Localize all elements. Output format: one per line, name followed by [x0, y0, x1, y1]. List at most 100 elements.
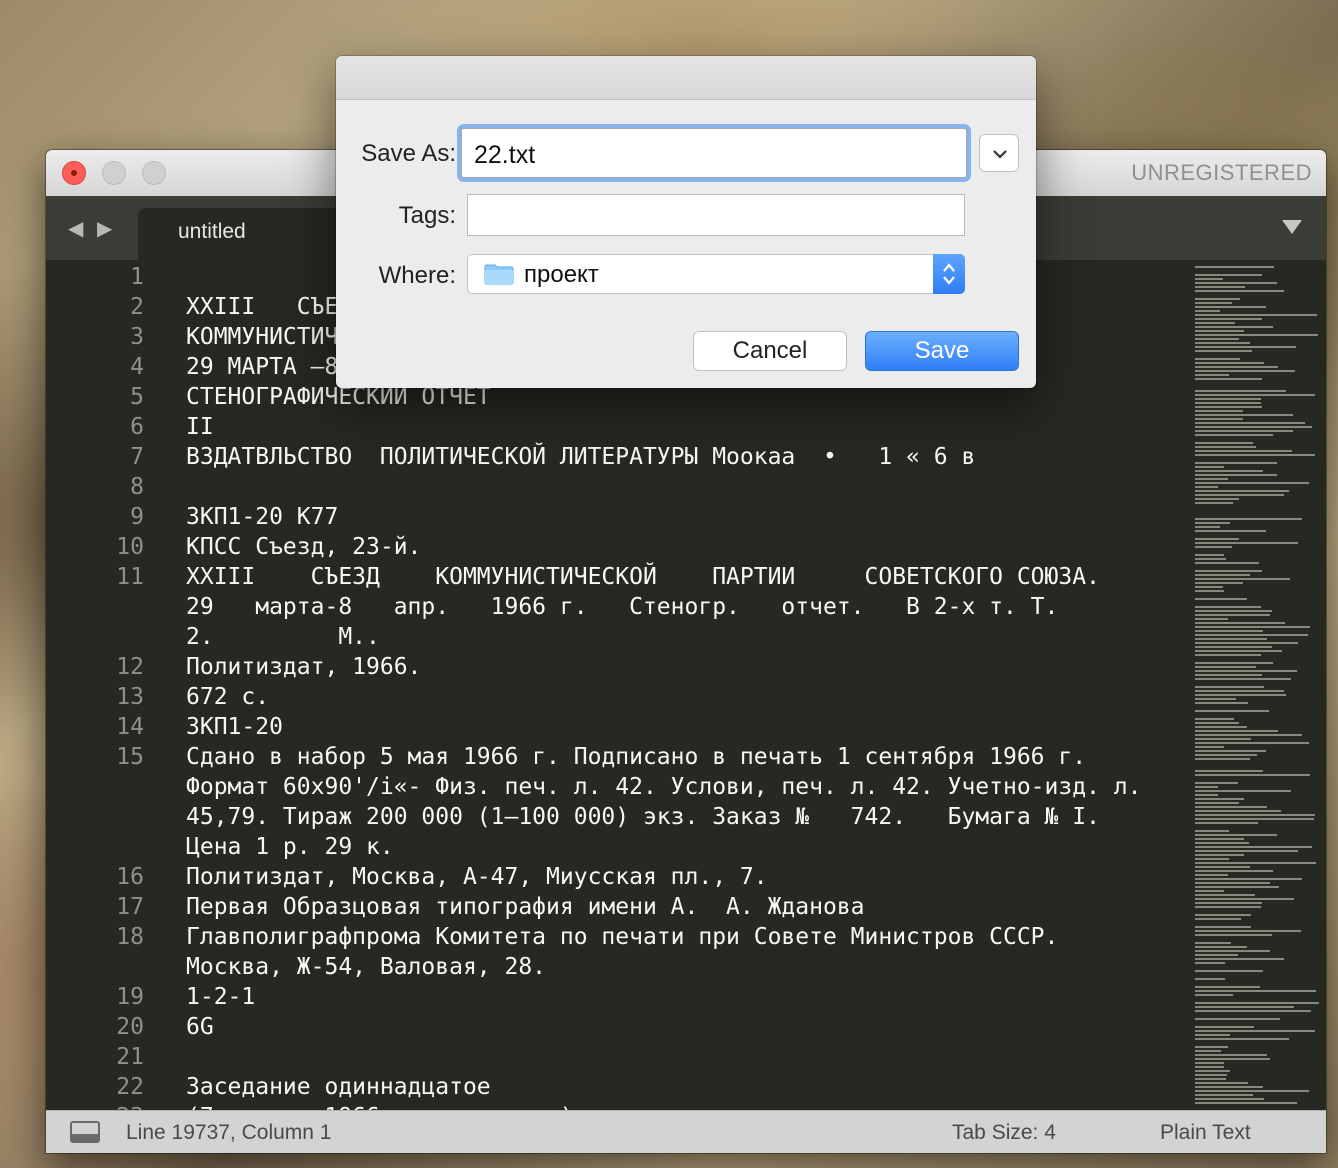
minimap-line — [1195, 818, 1314, 820]
minimap-line — [1195, 846, 1312, 848]
tags-field[interactable] — [467, 194, 965, 236]
minimap-line — [1195, 726, 1247, 728]
zoom-window-button[interactable] — [142, 161, 166, 185]
minimap-line — [1195, 1046, 1228, 1048]
minimap-line — [1195, 1070, 1230, 1072]
minimap-line — [1195, 906, 1261, 908]
line-number: 15 — [116, 744, 144, 770]
minimap-line — [1195, 1026, 1254, 1028]
tab-menu-chevron-icon[interactable] — [1282, 220, 1302, 234]
line-number: 23 — [46, 1102, 144, 1110]
minimap-line — [1195, 470, 1263, 472]
minimap-line — [1195, 694, 1286, 696]
minimap-line — [1195, 886, 1279, 888]
tab-nav-arrows-icon[interactable]: ◀ ▶ — [68, 216, 116, 241]
panel-toggle-icon[interactable] — [70, 1121, 100, 1143]
minimap-line — [1195, 806, 1267, 808]
tab-title: untitled — [178, 220, 246, 243]
minimap-line — [1195, 890, 1224, 892]
minimap-line — [1195, 398, 1261, 400]
minimap-line — [1195, 538, 1239, 540]
minimap[interactable] — [1189, 260, 1326, 1110]
minimap-line — [1195, 614, 1270, 616]
minimap-line — [1195, 986, 1260, 988]
expand-dialog-button[interactable] — [979, 134, 1019, 172]
minimap-line — [1195, 1074, 1227, 1076]
minimap-line — [1195, 1062, 1224, 1064]
line-text: 6G — [186, 1014, 214, 1040]
minimap-line — [1195, 918, 1241, 920]
minimap-line — [1195, 450, 1292, 452]
minimap-line — [1195, 522, 1230, 524]
minimap-line — [1195, 1038, 1289, 1040]
line-number: 4 — [130, 354, 144, 380]
minimap-line — [1195, 930, 1301, 932]
minimap-line — [1195, 418, 1243, 420]
minimap-line — [1195, 342, 1250, 344]
minimap-line — [1195, 430, 1293, 432]
minimap-line — [1195, 302, 1232, 304]
minimap-line — [1195, 546, 1232, 548]
minimap-line — [1195, 494, 1284, 496]
syntax-mode[interactable]: Plain Text — [1160, 1121, 1251, 1145]
minimap-line — [1195, 850, 1298, 852]
line-number: 22 — [116, 1074, 144, 1100]
minimap-line — [1195, 994, 1233, 996]
line-number: 11 — [116, 564, 144, 590]
minimap-line — [1195, 650, 1282, 652]
minimap-line — [1195, 298, 1240, 300]
minimize-window-button[interactable] — [102, 161, 126, 185]
minimap-line — [1195, 958, 1284, 960]
minimap-line — [1195, 934, 1272, 936]
minimap-line — [1195, 338, 1239, 340]
tab-size[interactable]: Tab Size: 4 — [952, 1121, 1056, 1145]
filename-input[interactable]: 22.txt — [461, 128, 967, 178]
minimap-line — [1195, 378, 1262, 380]
close-window-button[interactable] — [62, 161, 86, 185]
where-select[interactable]: проект — [467, 254, 965, 294]
minimap-line — [1195, 750, 1266, 752]
save-button[interactable]: Save — [865, 331, 1019, 371]
status-bar: Line 19737, Column 1 Tab Size: 4 Plain T… — [46, 1110, 1326, 1153]
minimap-line — [1195, 434, 1273, 436]
line-text: Цена 1 р. 29 к. — [186, 834, 394, 860]
minimap-line — [1195, 1098, 1264, 1100]
minimap-line — [1195, 266, 1274, 268]
minimap-line — [1195, 454, 1315, 456]
minimap-line — [1195, 486, 1218, 488]
minimap-line — [1195, 842, 1249, 844]
line-text: 672 с. — [186, 684, 270, 710]
minimap-line — [1195, 326, 1273, 328]
minimap-line — [1195, 990, 1316, 992]
minimap-line — [1195, 666, 1256, 668]
line-number: 1 — [130, 264, 144, 290]
minimap-line — [1195, 746, 1224, 748]
minimap-line — [1195, 654, 1261, 656]
line-number: 6 — [130, 414, 144, 440]
minimap-line — [1195, 390, 1286, 392]
line-text: ЗКП1-20 К77 — [186, 504, 339, 530]
minimap-line — [1195, 358, 1240, 360]
minimap-line — [1195, 802, 1239, 804]
line-text: Первая Образцовая типография имени А. А.… — [186, 894, 865, 920]
minimap-line — [1195, 670, 1297, 672]
line-number: 19 — [116, 984, 144, 1010]
minimap-line — [1195, 662, 1273, 664]
line-number: 2 — [130, 294, 144, 320]
line-number: 13 — [116, 684, 144, 710]
minimap-line — [1195, 590, 1224, 592]
minimap-line — [1195, 362, 1264, 364]
unregistered-badge: UNREGISTERED — [1131, 160, 1312, 185]
minimap-line — [1195, 606, 1261, 608]
minimap-line — [1195, 402, 1261, 404]
minimap-line — [1195, 582, 1243, 584]
line-number: 18 — [116, 924, 144, 950]
line-text: Главполиграфпрома Комитета по печати при… — [186, 924, 1059, 950]
cancel-button[interactable]: Cancel — [693, 331, 847, 371]
minimap-line — [1195, 1010, 1311, 1012]
minimap-line — [1195, 426, 1312, 428]
folder-icon — [484, 264, 514, 285]
minimap-line — [1195, 310, 1220, 312]
cursor-position[interactable]: Line 19737, Column 1 — [126, 1121, 331, 1145]
updown-chevron-icon — [933, 254, 965, 294]
